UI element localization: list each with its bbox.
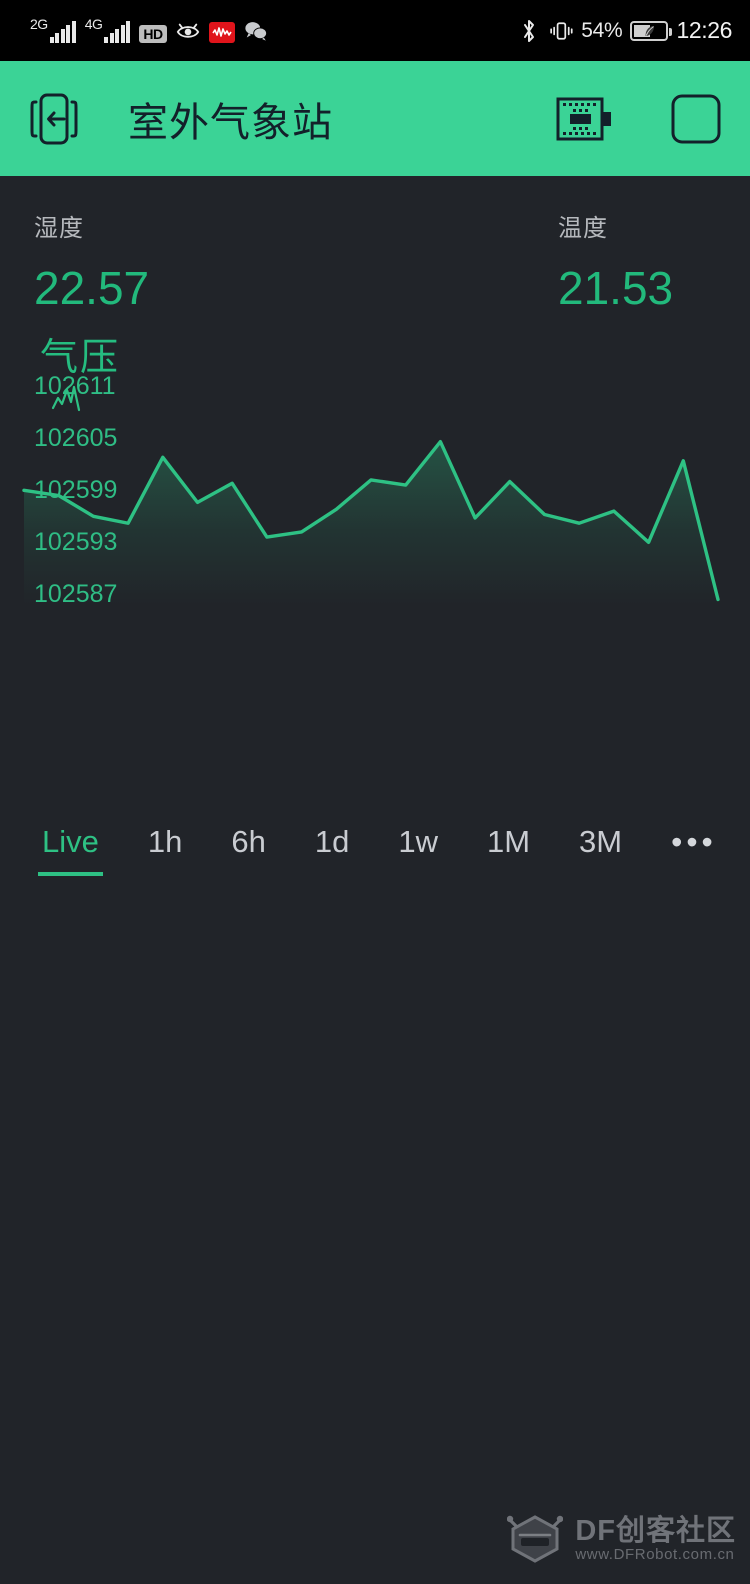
chart-y-tick-label: 102587: [34, 580, 118, 608]
watermark-title: DF创客社区: [575, 1515, 736, 1548]
blank-square-icon[interactable]: [670, 93, 722, 145]
microcontroller-board-icon[interactable]: [554, 96, 616, 142]
vibrate-icon: [549, 19, 573, 43]
signal-4g-label: 4G: [84, 15, 103, 32]
signal-4g-bars: [104, 20, 131, 43]
chart-y-axis-labels: 102611 102605 102599 102593 102587: [0, 326, 750, 646]
tab-1M[interactable]: 1M: [487, 824, 530, 876]
signal-2g-icon: 2G: [30, 17, 76, 43]
page-title: 室外气象站: [128, 100, 333, 145]
status-bar-left-icons: 2G 4G HD: [30, 17, 268, 43]
tab-1d[interactable]: 1d: [315, 824, 349, 876]
bluetooth-icon: [517, 19, 541, 43]
chart-y-tick-label: 102605: [34, 424, 118, 452]
readout-temperature-label: 温度: [558, 215, 608, 242]
chart-canvas[interactable]: 102611 102605 102599 102593 102587: [0, 326, 750, 646]
clock-label: 12:26: [676, 17, 732, 43]
signal-4g-icon: 4G: [85, 17, 131, 43]
tab-3M[interactable]: 3M: [579, 824, 622, 876]
battery-saver-icon: [630, 20, 673, 41]
readout-humidity-value: 22.57: [34, 262, 150, 314]
app-bar-actions: [554, 93, 722, 145]
signal-2g-bars: [49, 20, 76, 43]
watermark-texts: DF创客社区 www.DFRobot.com.cn: [575, 1516, 736, 1562]
device-back-icon[interactable]: [28, 88, 80, 150]
tab-live[interactable]: Live: [38, 824, 103, 876]
status-bar: 2G 4G HD 54% 12:26: [0, 0, 750, 61]
more-options-icon[interactable]: •••: [671, 824, 717, 877]
readout-temperature: 温度 21.53: [558, 208, 673, 315]
tab-6h[interactable]: 6h: [231, 824, 265, 876]
watermark-url: www.DFRobot.com.cn: [575, 1545, 735, 1563]
pressure-chart-block: 气压 102611 102605 102599 102593 102587 Li…: [0, 326, 750, 886]
app-bar: 室外气象站: [0, 61, 750, 176]
readout-temperature-value: 21.53: [558, 262, 674, 314]
status-bar-right-icons: 54% 12:26: [517, 17, 732, 44]
tab-1h[interactable]: 1h: [148, 824, 182, 876]
readout-humidity: 湿度 22.57: [34, 208, 149, 315]
robot-head-icon: [507, 1511, 564, 1568]
wechat-icon: [244, 19, 268, 43]
sensor-readouts: 湿度 22.57 温度 21.53: [0, 176, 750, 326]
watermark: DF创客社区 www.DFRobot.com.cn: [507, 1511, 736, 1568]
tab-1w[interactable]: 1w: [398, 824, 438, 876]
signal-2g-label: 2G: [30, 15, 48, 32]
time-range-tabs: Live 1h 6h 1d 1w 1M 3M •••: [0, 824, 750, 880]
chart-y-tick-label: 102599: [34, 476, 118, 504]
eye-comfort-icon: [176, 19, 200, 43]
battery-percent-label: 54%: [581, 18, 623, 42]
hd-icon: HD: [139, 24, 167, 43]
readout-humidity-label: 湿度: [34, 215, 84, 242]
main-content: 湿度 22.57 温度 21.53 气压 102611 102605 10259…: [0, 176, 750, 1584]
chart-y-tick-label: 102611: [34, 372, 116, 400]
audio-recorder-icon: [208, 21, 235, 43]
chart-y-tick-label: 102593: [34, 528, 118, 556]
phone-screen: 2G 4G HD 54% 12:26 室外气象站 湿度 22.57 温度 21.…: [0, 0, 750, 1584]
